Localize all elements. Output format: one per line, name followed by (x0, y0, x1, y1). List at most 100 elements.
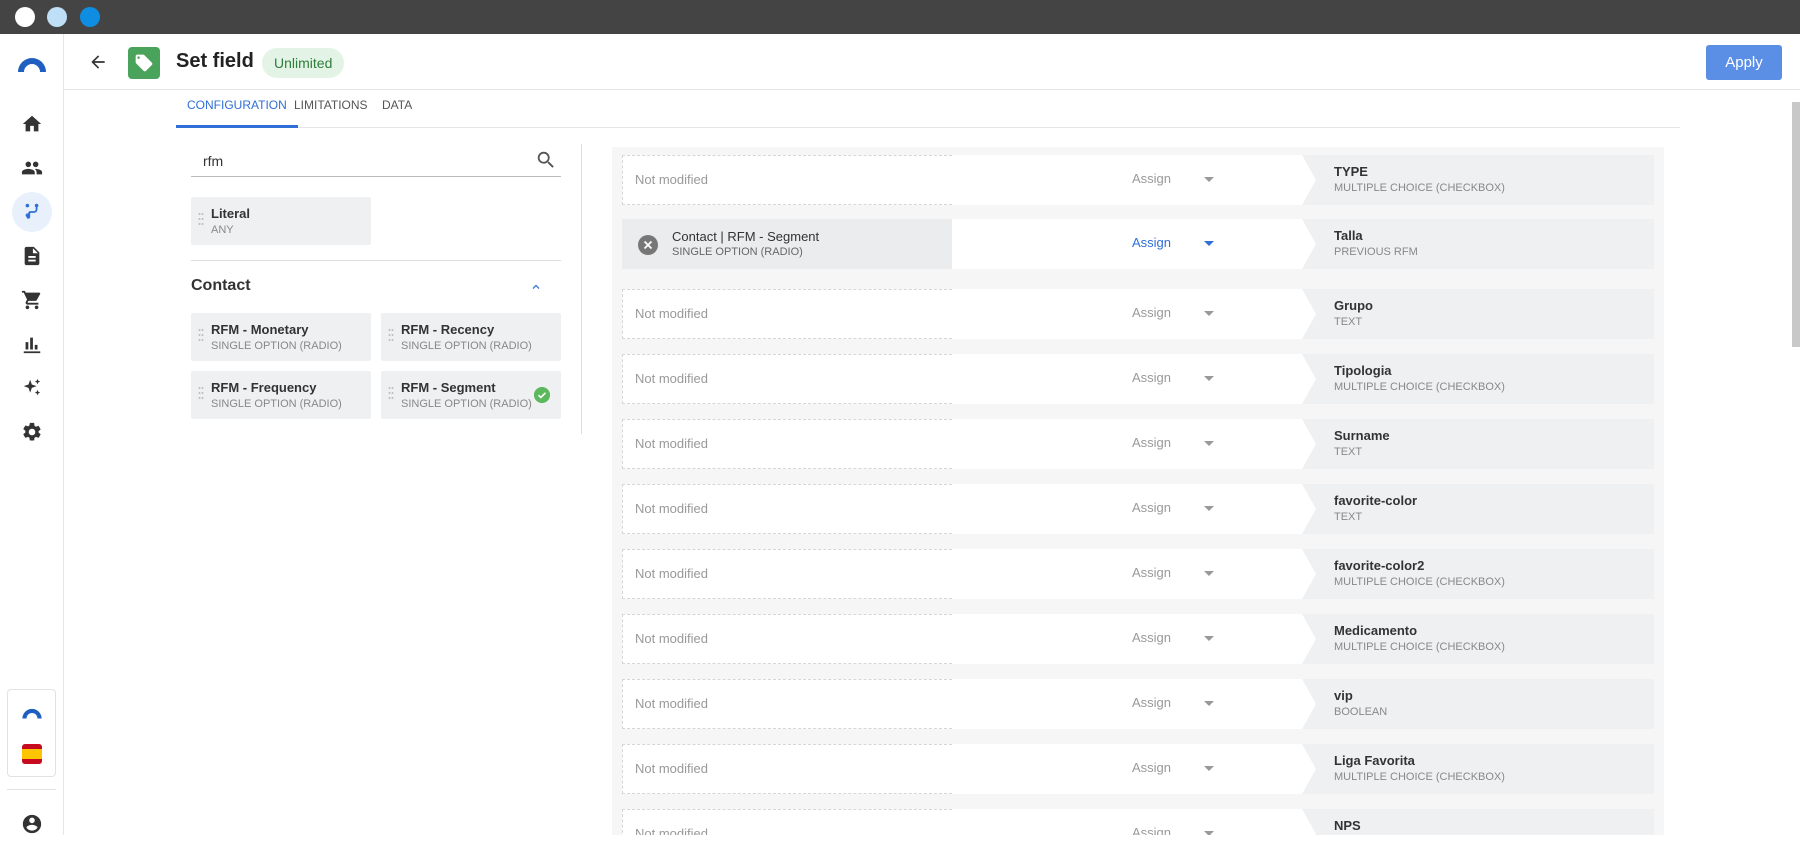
check-circle-icon (534, 387, 550, 403)
assign-slot: Assign (952, 419, 1302, 469)
drag-handle-icon[interactable] (198, 211, 204, 231)
assign-dropdown[interactable]: Assign (1132, 500, 1171, 515)
caret-down-icon[interactable] (1204, 766, 1214, 771)
caret-down-icon[interactable] (1204, 376, 1214, 381)
assign-slot: Assign (952, 484, 1302, 534)
caret-down-icon[interactable] (1204, 311, 1214, 316)
assign-dropdown[interactable]: Assign (1132, 370, 1171, 385)
target-field: Surname TEXT (1302, 419, 1654, 469)
assign-dropdown[interactable]: Assign (1132, 565, 1171, 580)
chip-title: RFM - Frequency (211, 380, 317, 395)
window-minimize-button[interactable] (47, 7, 67, 27)
apply-button[interactable]: Apply (1706, 45, 1782, 80)
field-chip[interactable]: RFM - Recency SINGLE OPTION (RADIO) (381, 313, 561, 361)
source-slot[interactable]: Not modified (622, 614, 952, 664)
nav-home[interactable] (12, 104, 52, 144)
target-field: Liga Favorita MULTIPLE CHOICE (CHECKBOX) (1302, 744, 1654, 794)
assign-dropdown[interactable]: Assign (1132, 235, 1171, 250)
home-icon (22, 115, 42, 132)
source-slot[interactable]: Not modified (622, 484, 952, 534)
nav-settings[interactable] (12, 412, 52, 452)
status-badge: Unlimited (262, 48, 345, 78)
caret-down-icon[interactable] (1204, 241, 1214, 246)
chip-subtitle: SINGLE OPTION (RADIO) (211, 398, 342, 410)
window-close-button[interactable] (15, 7, 35, 27)
nav-documents[interactable] (12, 236, 52, 276)
arrow-shape (1302, 744, 1316, 794)
account-icon (22, 814, 42, 834)
arrow-shape (1302, 484, 1316, 534)
source-slot[interactable]: Not modified (622, 155, 952, 205)
left-nav (0, 34, 64, 835)
page-title: Set field (176, 50, 254, 72)
target-field-name: Liga Favorita (1334, 753, 1415, 768)
tab-data[interactable]: DATA (371, 90, 423, 128)
field-search[interactable]: rfm (191, 144, 561, 177)
search-icon[interactable] (535, 149, 557, 171)
spain-flag-icon[interactable] (22, 744, 42, 764)
assign-dropdown[interactable]: Assign (1132, 630, 1171, 645)
scrollbar[interactable] (1792, 102, 1800, 347)
caret-down-icon[interactable] (1204, 177, 1214, 182)
assign-dropdown[interactable]: Assign (1132, 435, 1171, 450)
literal-chip[interactable]: Literal ANY (191, 197, 371, 245)
caret-down-icon[interactable] (1204, 701, 1214, 706)
caret-down-icon[interactable] (1204, 831, 1214, 835)
assign-dropdown[interactable]: Assign (1132, 760, 1171, 775)
drag-handle-icon[interactable] (388, 327, 394, 347)
target-field: Medicamento MULTIPLE CHOICE (CHECKBOX) (1302, 614, 1654, 664)
field-chip-selected[interactable]: RFM - Segment SINGLE OPTION (RADIO) (381, 371, 561, 419)
caret-down-icon[interactable] (1204, 506, 1214, 511)
tab-configuration[interactable]: CONFIGURATION (176, 90, 298, 128)
assign-dropdown[interactable]: Assign (1132, 171, 1171, 186)
tag-icon (128, 47, 160, 79)
source-slot[interactable]: Not modified (622, 809, 952, 835)
chevron-up-icon[interactable] (529, 280, 543, 294)
nav-reports[interactable] (12, 324, 52, 364)
source-placeholder: Not modified (635, 826, 708, 835)
mapping-row: Not modified Assign Tipologia MULTIPLE CHOI… (622, 354, 1654, 404)
target-field: favorite-color2 MULTIPLE CHOICE (CHECKBOX… (1302, 549, 1654, 599)
source-slot[interactable]: Not modified (622, 289, 952, 339)
arrow-shape (1302, 549, 1316, 599)
caret-down-icon[interactable] (1204, 571, 1214, 576)
source-field-type: SINGLE OPTION (RADIO) (672, 246, 803, 258)
assign-slot: Assign (952, 354, 1302, 404)
nav-account[interactable] (12, 804, 52, 844)
nav-flows[interactable] (12, 192, 52, 232)
panel-divider (581, 144, 582, 434)
source-slot[interactable]: Not modified (622, 354, 952, 404)
search-input[interactable]: rfm (203, 153, 223, 169)
target-field-name: favorite-color (1334, 493, 1418, 508)
drag-handle-icon[interactable] (198, 385, 204, 405)
source-slot[interactable]: Not modified (622, 679, 952, 729)
nav-shop[interactable] (12, 280, 52, 320)
target-field-type: TEXT (1334, 511, 1363, 523)
arrow-shape (1302, 419, 1316, 469)
mapping-row: Not modified Assign Surname TEXT (622, 419, 1654, 469)
contact-section-title[interactable]: Contact (191, 277, 251, 295)
tab-limitations[interactable]: LIMITATIONS (283, 90, 379, 128)
caret-down-icon[interactable] (1204, 636, 1214, 641)
source-slot[interactable]: Not modified (622, 549, 952, 599)
source-slot[interactable]: Not modified (622, 419, 952, 469)
assign-dropdown[interactable]: Assign (1132, 825, 1171, 835)
back-button[interactable] (84, 48, 112, 76)
drag-handle-icon[interactable] (198, 327, 204, 347)
company-logo-icon[interactable] (21, 706, 43, 720)
assign-dropdown[interactable]: Assign (1132, 695, 1171, 710)
brand-logo-icon[interactable] (16, 54, 48, 74)
field-chip[interactable]: RFM - Frequency SINGLE OPTION (RADIO) (191, 371, 371, 419)
target-field: NPS (1302, 809, 1654, 835)
nav-contacts[interactable] (12, 148, 52, 188)
source-slot[interactable]: Not modified (622, 744, 952, 794)
caret-down-icon[interactable] (1204, 441, 1214, 446)
nav-ai[interactable] (12, 368, 52, 408)
assign-dropdown[interactable]: Assign (1132, 305, 1171, 320)
source-slot[interactable]: Contact | RFM - Segment SINGLE OPTION (RA… (622, 219, 952, 269)
assign-slot: Assign (952, 289, 1302, 339)
drag-handle-icon[interactable] (388, 385, 394, 405)
field-chip[interactable]: RFM - Monetary SINGLE OPTION (RADIO) (191, 313, 371, 361)
window-maximize-button[interactable] (80, 7, 100, 27)
clear-icon[interactable] (638, 235, 658, 255)
